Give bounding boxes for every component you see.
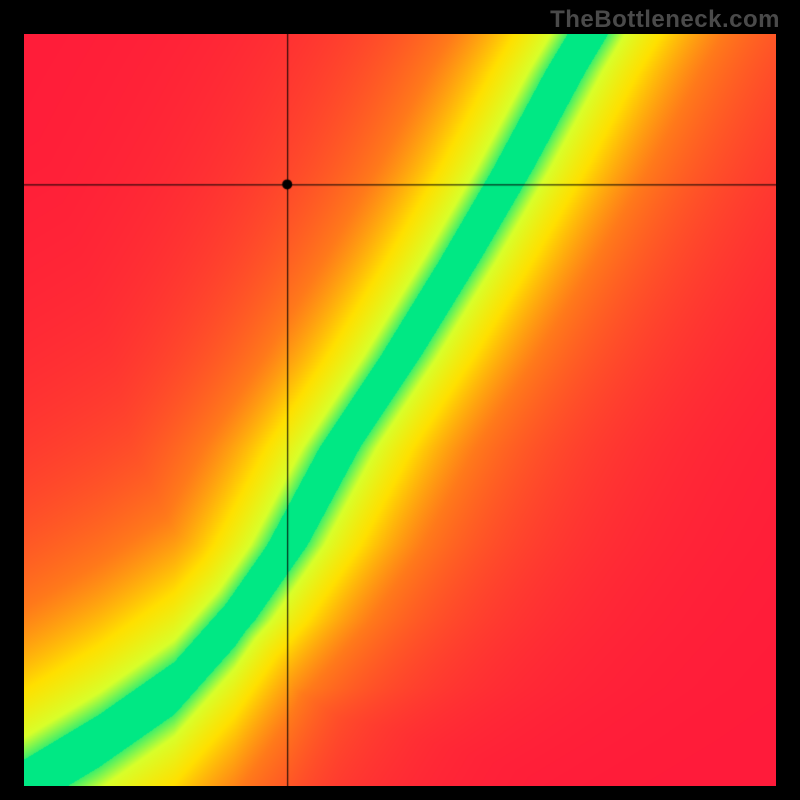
watermark-text: TheBottleneck.com — [550, 6, 780, 34]
heatmap-plot — [24, 34, 776, 786]
heatmap-canvas — [24, 34, 776, 786]
